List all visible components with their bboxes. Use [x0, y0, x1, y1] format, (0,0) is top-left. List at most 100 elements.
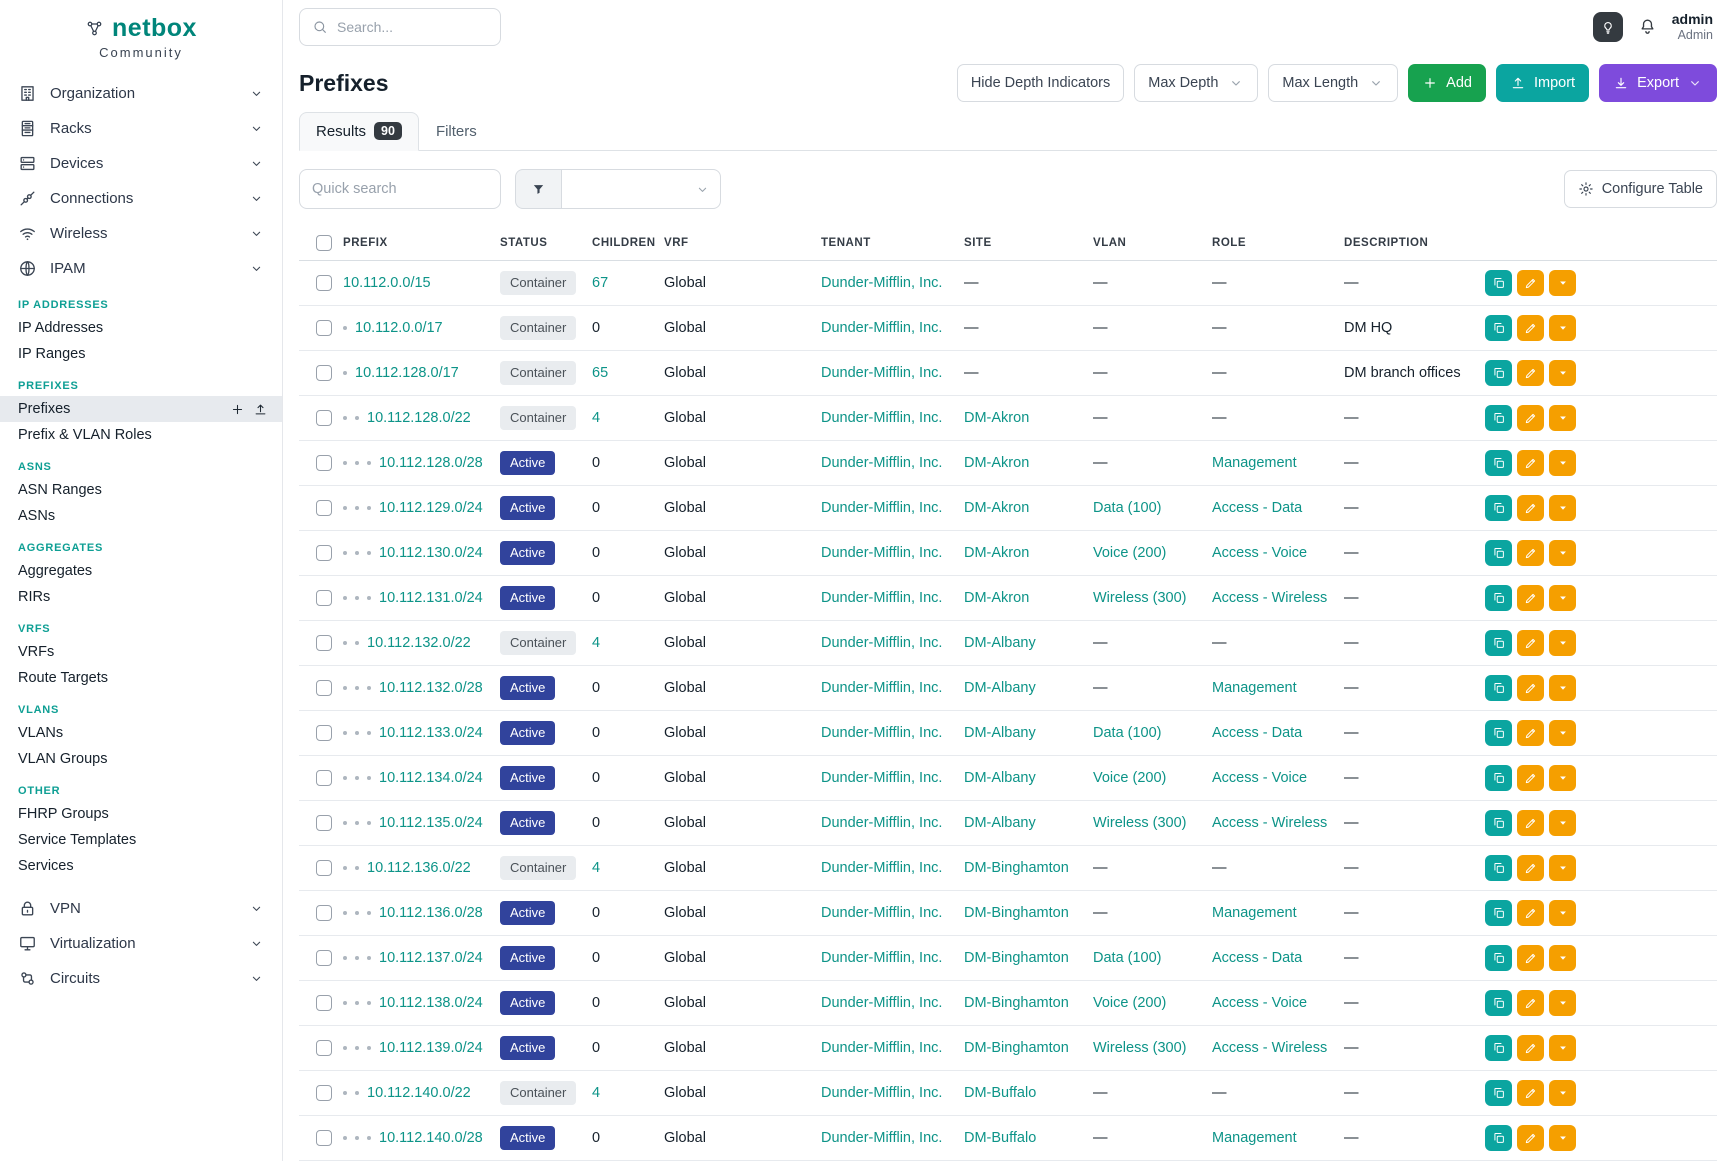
import-button[interactable]: Import	[1496, 64, 1589, 102]
prefix-link[interactable]: 10.112.138.0/24	[379, 995, 483, 1011]
children-count-link[interactable]: 67	[592, 275, 608, 291]
role-link[interactable]: Access - Wireless	[1212, 815, 1327, 831]
sidebar-item-racks[interactable]: Racks	[0, 111, 282, 146]
sidebar-item-vrfs[interactable]: VRFs	[0, 639, 282, 665]
sidebar-item-fhrp-groups[interactable]: FHRP Groups	[0, 801, 282, 827]
prefix-link[interactable]: 10.112.128.0/28	[379, 455, 483, 471]
column-header-tenant[interactable]: TENANT	[821, 225, 964, 261]
prefix-link[interactable]: 10.112.0.0/15	[343, 275, 431, 291]
edit-button[interactable]	[1517, 405, 1544, 431]
row-checkbox[interactable]	[316, 680, 332, 696]
vlan-link[interactable]: Data (100)	[1093, 725, 1162, 741]
prefix-link[interactable]: 10.112.132.0/28	[379, 680, 483, 696]
row-checkbox[interactable]	[316, 1130, 332, 1146]
sidebar-item-route-targets[interactable]: Route Targets	[0, 665, 282, 691]
edit-button[interactable]	[1517, 360, 1544, 386]
tenant-link[interactable]: Dunder-Mifflin, Inc.	[821, 950, 942, 966]
configure-table-button[interactable]: Configure Table	[1564, 170, 1717, 208]
row-checkbox[interactable]	[316, 950, 332, 966]
filter-button[interactable]	[515, 169, 561, 209]
children-count-link[interactable]: 4	[592, 1085, 600, 1101]
vlan-link[interactable]: Data (100)	[1093, 950, 1162, 966]
role-link[interactable]: Access - Data	[1212, 950, 1302, 966]
row-checkbox[interactable]	[316, 275, 332, 291]
row-checkbox[interactable]	[316, 635, 332, 651]
tenant-link[interactable]: Dunder-Mifflin, Inc.	[821, 590, 942, 606]
tenant-link[interactable]: Dunder-Mifflin, Inc.	[821, 410, 942, 426]
row-dropdown-button[interactable]	[1549, 405, 1576, 431]
row-checkbox[interactable]	[316, 1040, 332, 1056]
sidebar-item-rirs[interactable]: RIRs	[0, 584, 282, 610]
add-button[interactable]: Add	[1408, 64, 1486, 102]
sidebar-item-vlan-groups[interactable]: VLAN Groups	[0, 746, 282, 772]
prefix-link[interactable]: 10.112.130.0/24	[379, 545, 483, 561]
copy-button[interactable]	[1485, 900, 1512, 926]
copy-button[interactable]	[1485, 360, 1512, 386]
column-header-vlan[interactable]: VLAN	[1093, 225, 1212, 261]
role-link[interactable]: Access - Voice	[1212, 995, 1307, 1011]
edit-button[interactable]	[1517, 900, 1544, 926]
row-checkbox[interactable]	[316, 320, 332, 336]
role-link[interactable]: Access - Voice	[1212, 545, 1307, 561]
row-dropdown-button[interactable]	[1549, 765, 1576, 791]
row-checkbox[interactable]	[316, 500, 332, 516]
tenant-link[interactable]: Dunder-Mifflin, Inc.	[821, 1085, 942, 1101]
edit-button[interactable]	[1517, 720, 1544, 746]
row-dropdown-button[interactable]	[1549, 675, 1576, 701]
row-checkbox[interactable]	[316, 545, 332, 561]
site-link[interactable]: DM-Binghamton	[964, 860, 1069, 876]
row-dropdown-button[interactable]	[1549, 630, 1576, 656]
site-link[interactable]: DM-Albany	[964, 725, 1036, 741]
role-link[interactable]: Access - Wireless	[1212, 590, 1327, 606]
prefix-link[interactable]: 10.112.136.0/28	[379, 905, 483, 921]
tenant-link[interactable]: Dunder-Mifflin, Inc.	[821, 905, 942, 921]
prefix-link[interactable]: 10.112.132.0/22	[367, 635, 471, 651]
tab-filters[interactable]: Filters	[419, 112, 494, 151]
row-checkbox[interactable]	[316, 815, 332, 831]
prefix-link[interactable]: 10.112.139.0/24	[379, 1040, 483, 1056]
prefix-link[interactable]: 10.112.128.0/17	[355, 365, 459, 381]
sidebar-item-service-templates[interactable]: Service Templates	[0, 827, 282, 853]
row-checkbox[interactable]	[316, 365, 332, 381]
column-header-role[interactable]: ROLE	[1212, 225, 1344, 261]
vlan-link[interactable]: Wireless (300)	[1093, 815, 1186, 831]
row-checkbox[interactable]	[316, 410, 332, 426]
copy-button[interactable]	[1485, 720, 1512, 746]
row-dropdown-button[interactable]	[1549, 450, 1576, 476]
edit-button[interactable]	[1517, 1080, 1544, 1106]
tenant-link[interactable]: Dunder-Mifflin, Inc.	[821, 320, 942, 336]
tenant-link[interactable]: Dunder-Mifflin, Inc.	[821, 770, 942, 786]
site-link[interactable]: DM-Albany	[964, 680, 1036, 696]
sidebar-item-connections[interactable]: Connections	[0, 181, 282, 216]
prefix-link[interactable]: 10.112.136.0/22	[367, 860, 471, 876]
export-button[interactable]: Export	[1599, 64, 1717, 102]
row-dropdown-button[interactable]	[1549, 270, 1576, 296]
sidebar-item-prefixes[interactable]: Prefixes	[0, 396, 282, 422]
edit-button[interactable]	[1517, 855, 1544, 881]
vlan-link[interactable]: Data (100)	[1093, 500, 1162, 516]
sidebar-item-circuits[interactable]: Circuits	[0, 961, 282, 996]
column-header-status[interactable]: STATUS	[500, 225, 592, 261]
site-link[interactable]: DM-Albany	[964, 770, 1036, 786]
sidebar-item-asns[interactable]: ASNs	[0, 503, 282, 529]
children-count-link[interactable]: 65	[592, 365, 608, 381]
copy-button[interactable]	[1485, 1035, 1512, 1061]
vlan-link[interactable]: Voice (200)	[1093, 770, 1166, 786]
theme-toggle-button[interactable]	[1593, 12, 1623, 42]
row-checkbox[interactable]	[316, 1085, 332, 1101]
row-checkbox[interactable]	[316, 860, 332, 876]
prefix-link[interactable]: 10.112.129.0/24	[379, 500, 483, 516]
row-dropdown-button[interactable]	[1549, 495, 1576, 521]
edit-button[interactable]	[1517, 630, 1544, 656]
prefix-link[interactable]: 10.112.135.0/24	[379, 815, 483, 831]
copy-button[interactable]	[1485, 540, 1512, 566]
prefix-link[interactable]: 10.112.140.0/28	[379, 1130, 483, 1146]
sidebar-item-ip-addresses[interactable]: IP Addresses	[0, 315, 282, 341]
children-count-link[interactable]: 4	[592, 410, 600, 426]
vlan-link[interactable]: Voice (200)	[1093, 545, 1166, 561]
edit-button[interactable]	[1517, 585, 1544, 611]
row-dropdown-button[interactable]	[1549, 585, 1576, 611]
sidebar-item-prefix-vlan-roles[interactable]: Prefix & VLAN Roles	[0, 422, 282, 448]
column-header-site[interactable]: SITE	[964, 225, 1093, 261]
copy-button[interactable]	[1485, 945, 1512, 971]
